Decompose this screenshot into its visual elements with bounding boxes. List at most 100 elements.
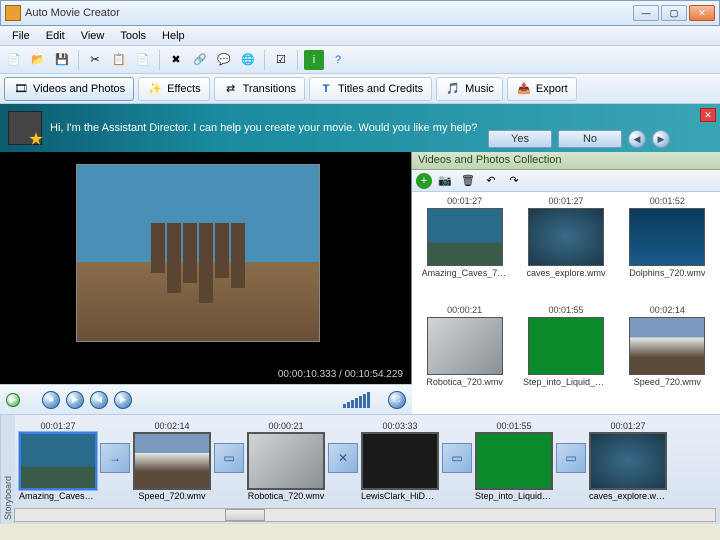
app-icon xyxy=(5,5,21,21)
preview-pane: 00:00:10.333 / 00:10:54.229 xyxy=(0,152,412,384)
link-icon[interactable]: 🔗 xyxy=(190,50,210,70)
rotate-right-icon[interactable]: ↷ xyxy=(504,171,524,191)
transition-slot[interactable]: ▭ xyxy=(442,443,472,473)
save-icon[interactable]: 💾 xyxy=(52,50,72,70)
storyboard-clip[interactable]: 00:01:55Step_into_Liquid_7... xyxy=(475,421,553,501)
stop-button[interactable]: ■ xyxy=(42,391,60,409)
rotate-left-icon[interactable]: ↶ xyxy=(481,171,501,191)
thumb-label: Step_into_Liquid_720.w... xyxy=(523,377,609,387)
collection-item[interactable]: 00:01:52Dolphins_720.wmv xyxy=(619,196,716,301)
clip-timecode: 00:01:27 xyxy=(610,421,645,431)
storyboard-scrollbar[interactable] xyxy=(14,508,716,522)
tab-transitions[interactable]: ⇄ Transitions xyxy=(214,77,305,101)
preview-frame xyxy=(76,164,320,342)
transition-slot[interactable]: ✕ xyxy=(328,443,358,473)
clip-timecode: 00:01:27 xyxy=(40,421,75,431)
fullscreen-button[interactable]: ⛶ xyxy=(388,391,406,409)
thumb-image xyxy=(528,317,604,375)
wand-icon[interactable]: ✖ xyxy=(166,50,186,70)
scrollbar-thumb[interactable] xyxy=(225,509,265,521)
clip-label: Speed_720.wmv xyxy=(138,491,205,501)
clip-label: Robotica_720.wmv xyxy=(248,491,325,501)
step-fwd-button[interactable]: ▶ xyxy=(114,391,132,409)
chat-icon[interactable]: 💬 xyxy=(214,50,234,70)
tab-export[interactable]: 📤 Export xyxy=(507,77,577,101)
main-toolbar: 📄 📂 💾 ✂ 📋 📄 ✖ 🔗 💬 🌐 ☑ i ? xyxy=(0,46,720,74)
cut-icon[interactable]: ✂ xyxy=(85,50,105,70)
clip-thumb xyxy=(589,432,667,490)
tab-effects[interactable]: ✨ Effects xyxy=(138,77,209,101)
assistant-text: Hi, I'm the Assistant Director. I can he… xyxy=(50,122,477,134)
collection-item[interactable]: 00:01:27caves_explore.wmv xyxy=(517,196,614,301)
tab-music[interactable]: 🎵 Music xyxy=(436,77,503,101)
assistant-bar: Hi, I'm the Assistant Director. I can he… xyxy=(0,104,720,152)
titlebar: Auto Movie Creator — ▢ ✕ xyxy=(0,0,720,26)
nav-forward-button[interactable]: ▶ xyxy=(652,130,670,148)
close-button[interactable]: ✕ xyxy=(689,5,715,21)
paste-icon[interactable]: 📄 xyxy=(133,50,153,70)
tab-label: Effects xyxy=(167,83,200,95)
thumb-image xyxy=(528,208,604,266)
collection-item[interactable]: 00:01:27 Amazing_Caves_720... xyxy=(416,196,513,301)
assistant-no-button[interactable]: No xyxy=(558,130,622,148)
menu-view[interactable]: View xyxy=(73,28,113,44)
separator xyxy=(264,50,265,70)
open-icon[interactable]: 📂 xyxy=(28,50,48,70)
clip-thumb xyxy=(247,432,325,490)
volume-meter[interactable] xyxy=(343,392,370,408)
transition-slot[interactable]: ▭ xyxy=(214,443,244,473)
thumb-timecode: 00:01:52 xyxy=(650,196,685,206)
storyboard-clip[interactable]: 00:01:27 caves_explore.wmv xyxy=(589,421,667,501)
thumb-image xyxy=(629,317,705,375)
maximize-button[interactable]: ▢ xyxy=(661,5,687,21)
storyboard-clip[interactable]: 00:01:27Amazing_Caves_72... xyxy=(19,421,97,501)
collection-pane: Videos and Photos Collection + 📷 🗑 ↶ ↷ 0… xyxy=(412,152,720,414)
clip-timecode: 00:00:21 xyxy=(268,421,303,431)
clip-thumb xyxy=(475,432,553,490)
clip-label: caves_explore.wmv xyxy=(589,491,667,501)
webcam-icon[interactable]: 📷 xyxy=(435,171,455,191)
minimize-button[interactable]: — xyxy=(633,5,659,21)
storyboard-clip[interactable]: 00:03:33LewisClark_HiDefw... xyxy=(361,421,439,501)
assistant-close-button[interactable]: ✕ xyxy=(700,108,716,122)
clip-thumb xyxy=(133,432,211,490)
play-small-button[interactable]: ▶ xyxy=(6,393,20,407)
add-media-button[interactable]: + xyxy=(416,173,432,189)
menu-tools[interactable]: Tools xyxy=(112,28,154,44)
tab-videos-photos[interactable]: 🎞 Videos and Photos xyxy=(4,77,134,101)
thumb-label: Robotica_720.wmv xyxy=(426,377,503,387)
storyboard-clip[interactable]: 00:02:14Speed_720.wmv xyxy=(133,421,211,501)
globe-icon[interactable]: 🌐 xyxy=(238,50,258,70)
storyboard-clip[interactable]: 00:00:21 Robotica_720.wmv xyxy=(247,421,325,501)
collection-item[interactable]: 00:02:14Speed_720.wmv xyxy=(619,305,716,410)
menu-file[interactable]: File xyxy=(4,28,38,44)
menu-help[interactable]: Help xyxy=(154,28,193,44)
nav-back-button[interactable]: ◀ xyxy=(628,130,646,148)
tab-label: Videos and Photos xyxy=(33,83,125,95)
info-icon[interactable]: i xyxy=(304,50,324,70)
tab-label: Transitions xyxy=(243,83,296,95)
help-icon[interactable]: ? xyxy=(328,50,348,70)
clip-thumb xyxy=(361,432,439,490)
tab-label: Music xyxy=(465,83,494,95)
tab-label: Export xyxy=(536,83,568,95)
thumb-timecode: 00:01:27 xyxy=(548,196,583,206)
thumb-timecode: 00:01:27 xyxy=(447,196,482,206)
thumb-image xyxy=(427,317,503,375)
play-button[interactable]: ▶ xyxy=(66,391,84,409)
delete-icon[interactable]: 🗑 xyxy=(458,171,478,191)
transition-slot[interactable]: → xyxy=(100,443,130,473)
tab-titles[interactable]: T Titles and Credits xyxy=(309,77,432,101)
menu-edit[interactable]: Edit xyxy=(38,28,73,44)
copy-icon[interactable]: 📋 xyxy=(109,50,129,70)
transition-slot[interactable]: ▭ xyxy=(556,443,586,473)
thumb-label: Amazing_Caves_720... xyxy=(422,268,508,278)
assistant-yes-button[interactable]: Yes xyxy=(488,130,552,148)
step-back-button[interactable]: ◀ xyxy=(90,391,108,409)
check-icon[interactable]: ☑ xyxy=(271,50,291,70)
new-icon[interactable]: 📄 xyxy=(4,50,24,70)
clip-label: LewisClark_HiDefw... xyxy=(361,491,439,501)
collection-header: Videos and Photos Collection xyxy=(412,152,720,170)
collection-item[interactable]: 00:00:21Robotica_720.wmv xyxy=(416,305,513,410)
collection-item[interactable]: 00:01:55Step_into_Liquid_720.w... xyxy=(517,305,614,410)
